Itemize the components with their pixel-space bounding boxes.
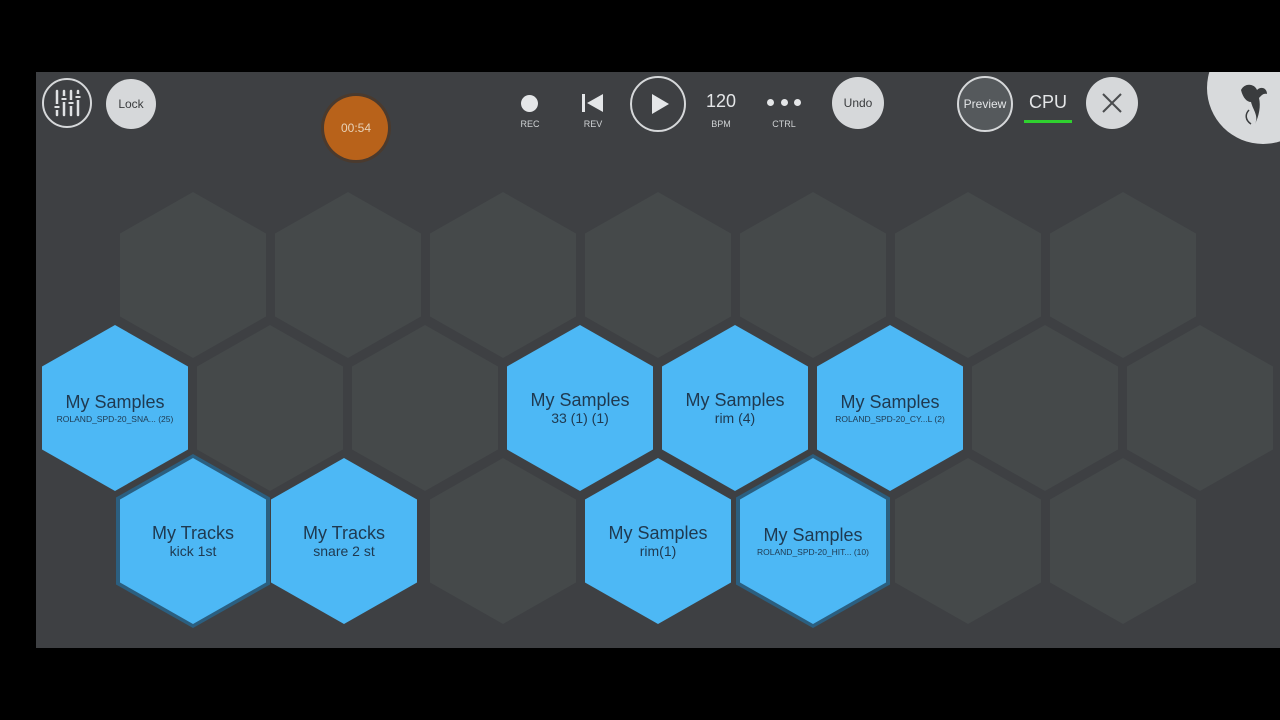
pad-subtitle: ROLAND_SPD-20_CY...L (2) bbox=[835, 413, 945, 424]
pad-my-samples[interactable]: My Samples ROLAND_SPD-20_SNA... (25) bbox=[42, 325, 188, 491]
pad-title: My Samples bbox=[530, 390, 630, 410]
pad-title: My Tracks bbox=[151, 523, 234, 543]
pad-subtitle: rim (4) bbox=[714, 410, 756, 426]
pad-title: My Samples bbox=[840, 391, 940, 412]
pad-title: My Samples bbox=[65, 391, 165, 412]
app-window: Lock 00:54 REC REV 120 BPM CTRL Undo Pre… bbox=[36, 72, 1280, 648]
pad-empty[interactable] bbox=[430, 192, 576, 358]
pad-grid: My Samples ROLAND_SPD-20_SNA... (25) My … bbox=[36, 72, 1280, 648]
pad-subtitle: rim(1) bbox=[639, 543, 677, 559]
pad-title: My Samples bbox=[685, 390, 785, 410]
pad-title: My Samples bbox=[608, 523, 708, 543]
pad-subtitle: ROLAND_SPD-20_HIT... (10) bbox=[757, 546, 869, 557]
pad-my-samples[interactable]: My Samples ROLAND_SPD-20_CY...L (2) bbox=[817, 325, 963, 491]
pad-empty[interactable] bbox=[1050, 458, 1196, 624]
pad-my-tracks[interactable]: My Tracks snare 2 st bbox=[271, 458, 417, 624]
pad-empty[interactable] bbox=[1050, 192, 1196, 358]
pad-subtitle: 33 (1) (1) bbox=[551, 410, 609, 426]
pad-subtitle: ROLAND_SPD-20_SNA... (25) bbox=[56, 413, 174, 424]
pad-empty[interactable] bbox=[430, 458, 576, 624]
pad-empty[interactable] bbox=[352, 325, 498, 491]
pad-my-samples[interactable]: My Samples rim(1) bbox=[585, 458, 731, 624]
pad-empty[interactable] bbox=[585, 192, 731, 358]
pad-empty[interactable] bbox=[895, 458, 1041, 624]
pad-title: My Tracks bbox=[302, 523, 385, 543]
pad-empty[interactable] bbox=[275, 192, 421, 358]
pad-my-samples[interactable]: My Samples 33 (1) (1) bbox=[507, 325, 653, 491]
pad-empty[interactable] bbox=[197, 325, 343, 491]
pad-empty[interactable] bbox=[740, 192, 886, 358]
pad-empty[interactable] bbox=[972, 325, 1118, 491]
pad-subtitle: snare 2 st bbox=[313, 543, 375, 559]
pad-subtitle: kick 1st bbox=[169, 543, 217, 559]
pad-my-samples[interactable]: My Samples rim (4) bbox=[662, 325, 808, 491]
pad-title: My Samples bbox=[763, 524, 863, 545]
pad-empty[interactable] bbox=[120, 192, 266, 358]
pad-empty[interactable] bbox=[1127, 325, 1273, 491]
pad-empty[interactable] bbox=[895, 192, 1041, 358]
